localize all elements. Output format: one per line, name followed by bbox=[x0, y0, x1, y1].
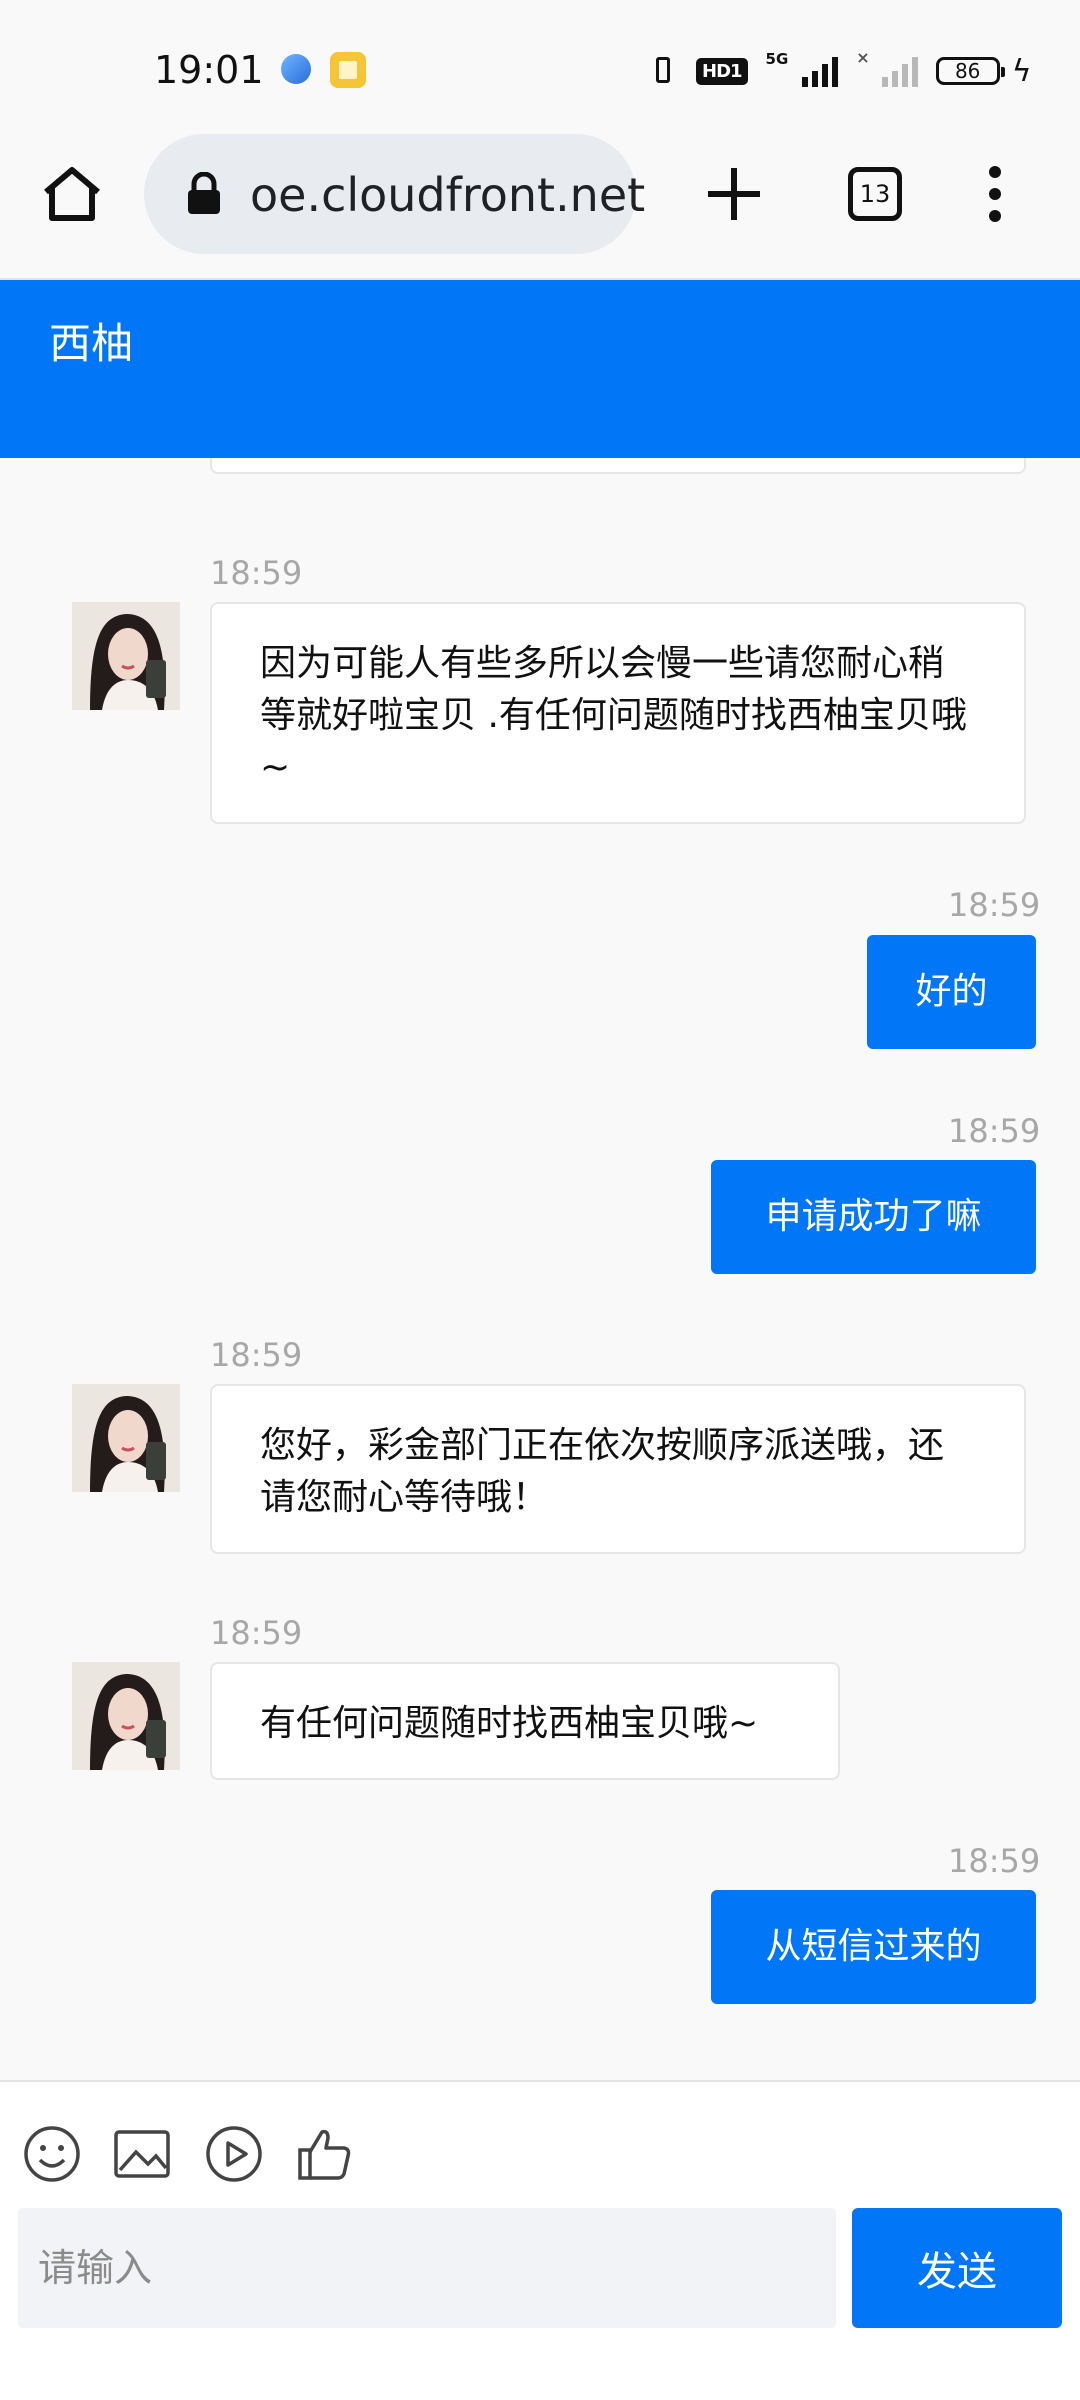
message-text: 好的 bbox=[915, 971, 988, 1012]
no-signal-mark: × bbox=[856, 47, 870, 67]
incoming-message: 您好，彩金部门正在依次按顺序派送哦，还请您耐心等待哦！ bbox=[210, 1384, 1026, 1554]
composer: 发送 bbox=[0, 2080, 1080, 2400]
incoming-message: 有任何问题随时找西柚宝贝哦~ bbox=[210, 1662, 840, 1780]
incoming-message: 因为可能人有些多所以会慢一些请您耐心稍等就好啦宝贝 .有任何问题随时找西柚宝贝哦… bbox=[210, 602, 1026, 824]
message-time: 18:59 bbox=[948, 1842, 1041, 1880]
video-icon[interactable] bbox=[204, 2124, 264, 2184]
signal-icon bbox=[881, 55, 918, 87]
send-button[interactable]: 发送 bbox=[852, 2208, 1062, 2328]
status-time: 19:01 bbox=[154, 48, 264, 92]
url-text: oe.cloudfront.net bbox=[250, 168, 646, 222]
plus-icon[interactable] bbox=[700, 160, 768, 228]
avatar bbox=[72, 602, 180, 710]
browser-toolbar: oe.cloudfront.net 13 bbox=[0, 130, 1080, 280]
message-time: 18:59 bbox=[948, 1112, 1041, 1150]
network-type: 5G bbox=[765, 50, 789, 68]
message-time: 18:59 bbox=[210, 1614, 303, 1652]
message-text: 有任何问题随时找西柚宝贝哦~ bbox=[260, 1703, 759, 1744]
outgoing-message: 从短信过来的 bbox=[711, 1890, 1036, 2004]
app-icon-yellow bbox=[330, 52, 366, 88]
avatar bbox=[72, 1662, 180, 1770]
vibrate-icon bbox=[648, 55, 678, 87]
charging-icon: ϟ bbox=[1011, 53, 1032, 89]
battery-icon: 86 bbox=[935, 57, 1005, 85]
app-icon-blue bbox=[281, 54, 311, 84]
chat-title: 西柚 bbox=[49, 319, 134, 368]
lock-icon bbox=[188, 172, 220, 214]
message-list[interactable]: 18:59 因为可能人有些多所以会慢一些请您耐心稍等就好啦宝贝 .有任何问题随时… bbox=[0, 458, 1080, 2080]
message-bubble-partial bbox=[210, 458, 1026, 474]
avatar bbox=[72, 1384, 180, 1492]
image-icon[interactable] bbox=[112, 2124, 172, 2184]
outgoing-message: 好的 bbox=[867, 935, 1036, 1049]
status-bar: 19:01 HD1 5G × 86 ϟ bbox=[0, 0, 1080, 130]
hd-icon: HD1 bbox=[696, 57, 748, 85]
message-time: 18:59 bbox=[210, 554, 303, 592]
message-text: 从短信过来的 bbox=[765, 1926, 982, 1967]
tabs-icon[interactable]: 13 bbox=[848, 167, 902, 221]
message-time: 18:59 bbox=[948, 886, 1041, 924]
tab-count: 13 bbox=[859, 180, 891, 208]
home-icon[interactable] bbox=[40, 162, 104, 226]
message-text: 您好，彩金部门正在依次按顺序派送哦，还请您耐心等待哦！ bbox=[260, 1425, 945, 1518]
message-text: 因为可能人有些多所以会慢一些请您耐心稍等就好啦宝贝 .有任何问题随时找西柚宝贝哦… bbox=[260, 643, 967, 788]
chat-header: 西柚 bbox=[0, 280, 1080, 458]
message-text: 申请成功了嘛 bbox=[765, 1196, 982, 1237]
status-icons: HD1 5G × 86 ϟ bbox=[648, 47, 1032, 92]
outgoing-message: 申请成功了嘛 bbox=[711, 1160, 1036, 1274]
address-bar[interactable]: oe.cloudfront.net bbox=[144, 134, 645, 254]
menu-icon[interactable] bbox=[985, 166, 1005, 226]
battery-level: 86 bbox=[954, 59, 981, 83]
message-time: 18:59 bbox=[210, 1336, 303, 1374]
emoji-icon[interactable] bbox=[22, 2124, 82, 2184]
thumbs-up-icon[interactable] bbox=[294, 2124, 354, 2184]
message-input[interactable] bbox=[18, 2208, 836, 2328]
signal-icon bbox=[802, 55, 839, 87]
